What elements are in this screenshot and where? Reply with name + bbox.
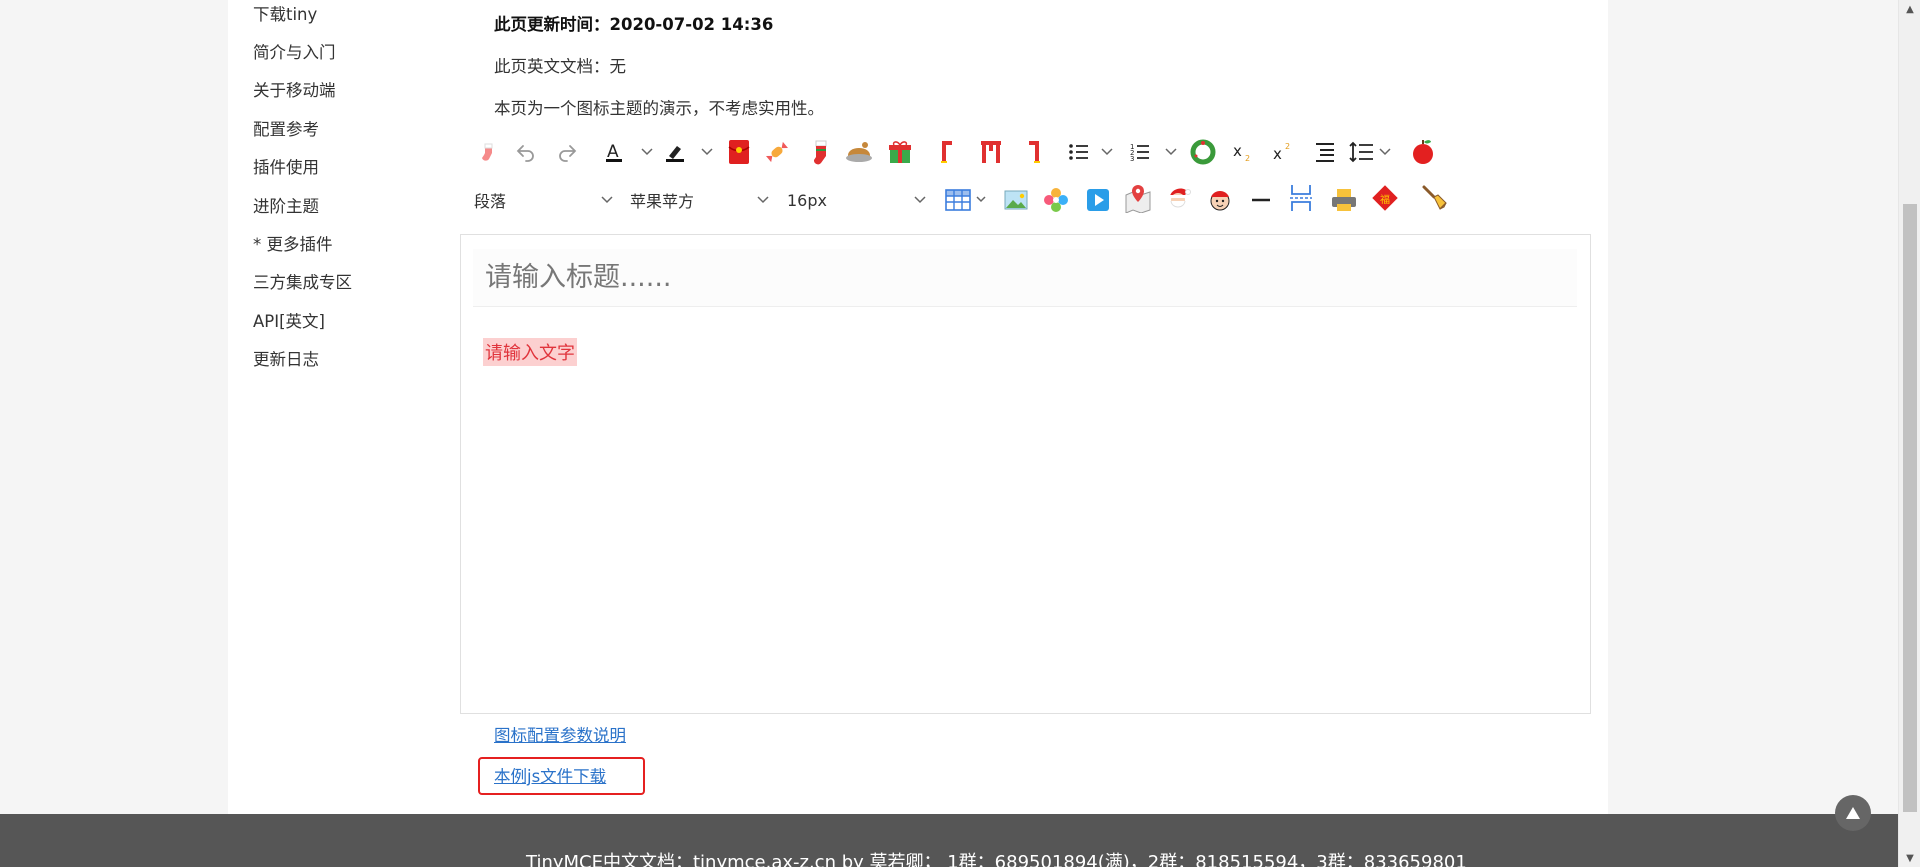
sidebar-item-api[interactable]: API[英文] [253, 307, 325, 345]
english-doc: 此页英文文档：无 [494, 57, 626, 76]
sidebar-item-config[interactable]: 配置参考 [253, 115, 319, 153]
scroll-thumb[interactable] [1903, 204, 1917, 812]
pinwheel-icon[interactable] [1040, 182, 1072, 218]
superscript-icon[interactable]: x2 [1268, 134, 1298, 170]
back-to-top-icon [1846, 807, 1860, 819]
numbered-list-icon[interactable]: 123 [1128, 134, 1180, 170]
font-family-select[interactable]: 苹果苹方 [630, 185, 770, 215]
sidebar-item-changelog[interactable]: 更新日志 [253, 345, 319, 383]
gift-icon[interactable] [885, 134, 915, 170]
align-left-icon[interactable] [934, 134, 960, 170]
sidebar-item-intro[interactable]: 简介与入门 [253, 38, 336, 76]
paintbrush-icon[interactable] [1418, 180, 1452, 216]
elf-icon[interactable] [1204, 182, 1236, 218]
candy-icon[interactable] [762, 134, 792, 170]
table-icon[interactable] [944, 182, 990, 218]
back-to-top-button[interactable] [1835, 795, 1871, 831]
icon-config-link[interactable]: 图标配置参数说明 [494, 722, 626, 746]
map-icon[interactable] [1122, 180, 1154, 216]
sidebar-item-download[interactable]: 下载tiny [253, 0, 317, 38]
sidebar-item-mobile[interactable]: 关于移动端 [253, 76, 336, 114]
scrollbar[interactable]: ▲ ▼ [1898, 0, 1920, 867]
editor-body-text[interactable]: 请输入文字 [483, 338, 577, 366]
svg-text:福: 福 [1380, 193, 1390, 206]
print-icon[interactable] [1328, 182, 1360, 218]
sidebar-item-more-plugins[interactable]: * 更多插件 [253, 230, 333, 268]
page-break-icon[interactable] [1286, 180, 1316, 216]
block-format-value: 段落 [474, 192, 507, 211]
turkey-icon[interactable] [843, 134, 875, 170]
sidebar-item-advanced[interactable]: 进阶主题 [253, 192, 319, 230]
undo-icon[interactable] [511, 134, 541, 170]
update-time: 此页更新时间：2020-07-02 14:36 [494, 15, 774, 34]
text-color-icon[interactable]: A [603, 134, 655, 170]
font-size-select[interactable]: 16px [787, 185, 927, 215]
media-icon[interactable] [1082, 182, 1114, 218]
svg-text:3: 3 [1130, 155, 1134, 163]
sidebar-item-third-party[interactable]: 三方集成专区 [253, 268, 352, 306]
highlight-box [478, 757, 645, 795]
red-envelope-icon[interactable] [724, 134, 754, 170]
santa-icon[interactable] [1162, 180, 1194, 216]
editor: 请输入标题...... 请输入文字 [460, 234, 1591, 714]
svg-text:x: x [1273, 145, 1282, 163]
title-input[interactable]: 请输入标题...... [473, 249, 1577, 307]
bullet-list-icon[interactable] [1066, 134, 1118, 170]
footer-text: TinyMCE中文文档：tinymce.ax-z.cn by 莫若卿； 1群：6… [526, 852, 1467, 867]
font-family-value: 苹果苹方 [630, 192, 695, 211]
hr-icon[interactable] [1246, 182, 1276, 218]
align-center-icon[interactable] [976, 134, 1006, 170]
fu-charm-icon[interactable]: 福 [1369, 180, 1401, 216]
svg-text:2: 2 [1285, 142, 1290, 151]
block-format-select[interactable]: 段落 [474, 185, 614, 215]
highlight-icon[interactable] [663, 134, 715, 170]
sock-icon[interactable] [472, 134, 502, 170]
svg-text:x: x [1233, 142, 1242, 160]
page: 下载tiny 简介与入门 关于移动端 配置参考 插件使用 进阶主题 * 更多插件… [0, 0, 1920, 867]
chevron-down-icon [601, 196, 613, 204]
indent-icon[interactable] [1310, 134, 1340, 170]
chevron-down-icon [914, 196, 926, 204]
redo-icon[interactable] [552, 134, 582, 170]
page-description: 本页为一个图标主题的演示，不考虑实用性。 [494, 99, 824, 118]
scroll-up-icon[interactable]: ▲ [1899, 0, 1920, 18]
line-height-icon[interactable] [1348, 134, 1396, 170]
chevron-down-icon [757, 196, 769, 204]
align-right-icon[interactable] [1021, 134, 1047, 170]
scroll-down-icon[interactable]: ▼ [1899, 849, 1920, 867]
svg-text:2: 2 [1245, 154, 1250, 163]
subscript-icon[interactable]: x2 [1228, 134, 1258, 170]
stocking-icon[interactable] [804, 134, 834, 170]
image-icon[interactable] [1000, 182, 1032, 218]
font-size-value: 16px [787, 190, 827, 210]
footer: TinyMCE中文文档：tinymce.ax-z.cn by 莫若卿； 1群：6… [0, 814, 1898, 867]
wreath-icon[interactable] [1188, 134, 1218, 170]
apple-icon[interactable] [1408, 134, 1438, 170]
sidebar-item-plugins[interactable]: 插件使用 [253, 153, 319, 191]
